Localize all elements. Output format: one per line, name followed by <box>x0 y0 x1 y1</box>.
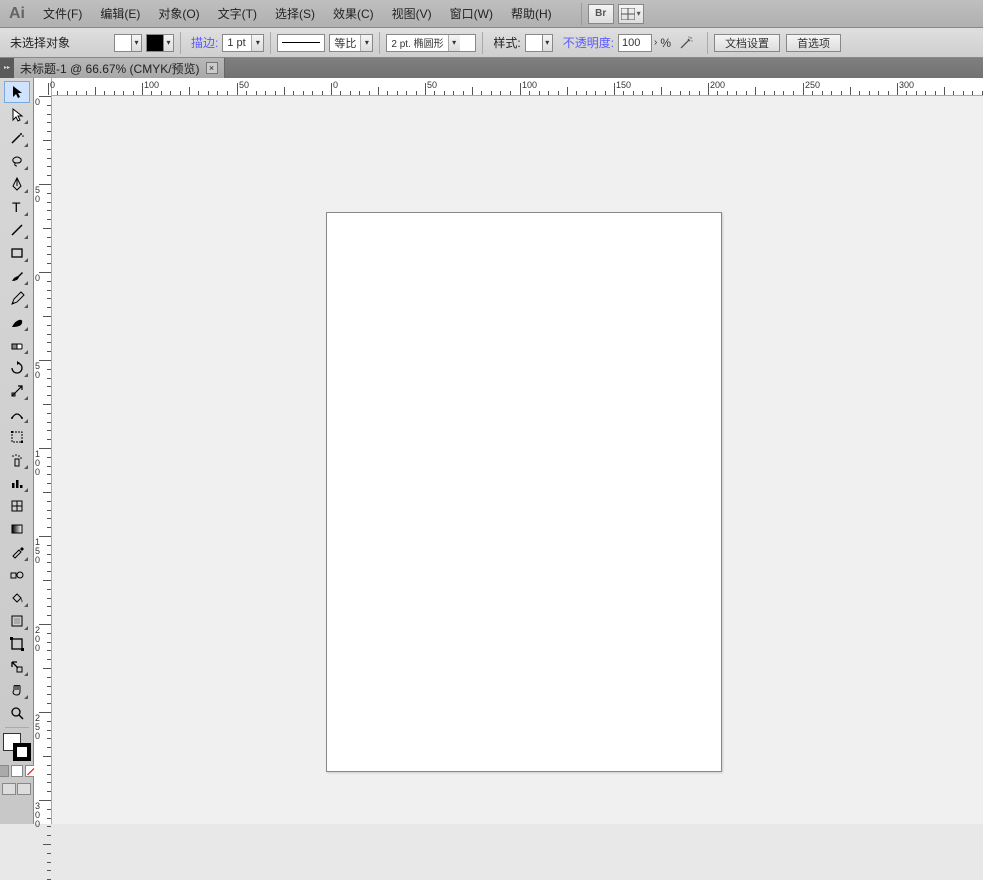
opacity-input[interactable]: 100 <box>618 34 652 52</box>
menu-item[interactable]: 窗口(W) <box>441 0 502 28</box>
canvas-stage[interactable] <box>52 96 983 824</box>
artboard-tool[interactable] <box>4 633 30 655</box>
free-transform-tool[interactable] <box>4 426 30 448</box>
blob-brush-tool[interactable] <box>4 311 30 333</box>
app-icon: Ai <box>0 0 34 28</box>
pencil-tool[interactable] <box>4 288 30 310</box>
column-graph-tool[interactable] <box>4 472 30 494</box>
fill-stroke-control[interactable] <box>3 733 31 761</box>
magic-wand-tool[interactable] <box>4 127 30 149</box>
horizontal-ruler <box>52 78 983 96</box>
scale-tool[interactable] <box>4 380 30 402</box>
live-paint-selection-tool[interactable] <box>4 610 30 632</box>
zoom-tool[interactable] <box>4 702 30 724</box>
rectangle-tool[interactable] <box>4 242 30 264</box>
document-tab-bar: ▸▸ 未标题-1 @ 66.67% (CMYK/预览) × <box>0 58 983 78</box>
menu-item[interactable]: 视图(V) <box>383 0 441 28</box>
menu-item[interactable]: 选择(S) <box>266 0 324 28</box>
gradient-tool[interactable] <box>4 518 30 540</box>
work-area: T 05 005 01 0 01 5 02 0 02 5 03 0 0 <box>0 78 983 824</box>
close-icon[interactable]: × <box>206 62 218 74</box>
symbol-sprayer-tool[interactable] <box>4 449 30 471</box>
type-tool[interactable]: T <box>4 196 30 218</box>
paintbrush-tool[interactable] <box>4 265 30 287</box>
canvas-wrap <box>52 78 983 824</box>
menu-item[interactable]: 编辑(E) <box>91 0 149 28</box>
warp-tool[interactable] <box>4 403 30 425</box>
divider <box>581 3 582 25</box>
opacity-panel-link[interactable]: 不透明度: <box>559 34 618 51</box>
scale-combo[interactable]: 等比▾ <box>329 34 373 52</box>
color-mode-row[interactable] <box>0 765 37 777</box>
blend-tool[interactable] <box>4 564 30 586</box>
stroke-panel-link[interactable]: 描边: <box>187 34 222 51</box>
brush-definition-combo[interactable]: 2 pt. 椭圆形▾ <box>386 34 476 52</box>
menu-item[interactable]: 文件(F) <box>34 0 91 28</box>
variable-width-profile[interactable] <box>277 34 325 52</box>
menu-item[interactable]: 对象(O) <box>149 0 208 28</box>
selection-tool[interactable] <box>4 81 30 103</box>
screen-mode-row[interactable] <box>2 783 31 795</box>
mesh-tool[interactable] <box>4 495 30 517</box>
percent-label: % <box>660 36 671 50</box>
recolor-artwork-icon[interactable] <box>677 34 695 52</box>
slice-tool[interactable] <box>4 656 30 678</box>
bridge-button[interactable]: Br <box>588 4 614 24</box>
svg-text:T: T <box>12 199 21 215</box>
stroke-weight-combo[interactable]: 1 pt▾ <box>222 34 264 52</box>
artboard <box>326 212 722 772</box>
eraser-tool[interactable] <box>4 334 30 356</box>
menu-item[interactable]: 帮助(H) <box>502 0 561 28</box>
vertical-ruler: 05 005 01 0 01 5 02 0 02 5 03 0 0 <box>34 78 52 824</box>
live-paint-bucket-tool[interactable] <box>4 587 30 609</box>
panel-toggle-icon[interactable]: ▸▸ <box>0 58 14 78</box>
direct-selection-tool[interactable] <box>4 104 30 126</box>
tools-panel: T <box>0 78 34 824</box>
menu-item[interactable]: 效果(C) <box>324 0 383 28</box>
preferences-button[interactable]: 首选项 <box>786 34 841 52</box>
opacity-stepper[interactable]: › <box>654 37 657 48</box>
menu-item[interactable]: 文字(T) <box>209 0 266 28</box>
lasso-tool[interactable] <box>4 150 30 172</box>
document-tab-title: 未标题-1 @ 66.67% (CMYK/预览) <box>20 60 200 77</box>
selection-status-label: 未选择对象 <box>6 34 74 51</box>
arrange-documents-button[interactable]: ▾ <box>618 4 644 24</box>
rotate-tool[interactable] <box>4 357 30 379</box>
control-bar: 未选择对象 ▾ ▾ 描边: 1 pt▾ 等比▾ 2 pt. 椭圆形▾ 样式: ▾… <box>0 28 983 58</box>
menu-bar: Ai 文件(F)编辑(E)对象(O)文字(T)选择(S)效果(C)视图(V)窗口… <box>0 0 983 28</box>
hand-tool[interactable] <box>4 679 30 701</box>
fill-swatch[interactable]: ▾ <box>114 34 142 52</box>
eyedropper-tool[interactable] <box>4 541 30 563</box>
line-tool[interactable] <box>4 219 30 241</box>
document-tab[interactable]: 未标题-1 @ 66.67% (CMYK/预览) × <box>14 58 225 78</box>
document-setup-button[interactable]: 文档设置 <box>714 34 780 52</box>
graphic-style-swatch[interactable]: ▾ <box>525 34 553 52</box>
stroke-swatch[interactable]: ▾ <box>146 34 174 52</box>
style-label: 样式: <box>489 34 524 51</box>
pen-tool[interactable] <box>4 173 30 195</box>
